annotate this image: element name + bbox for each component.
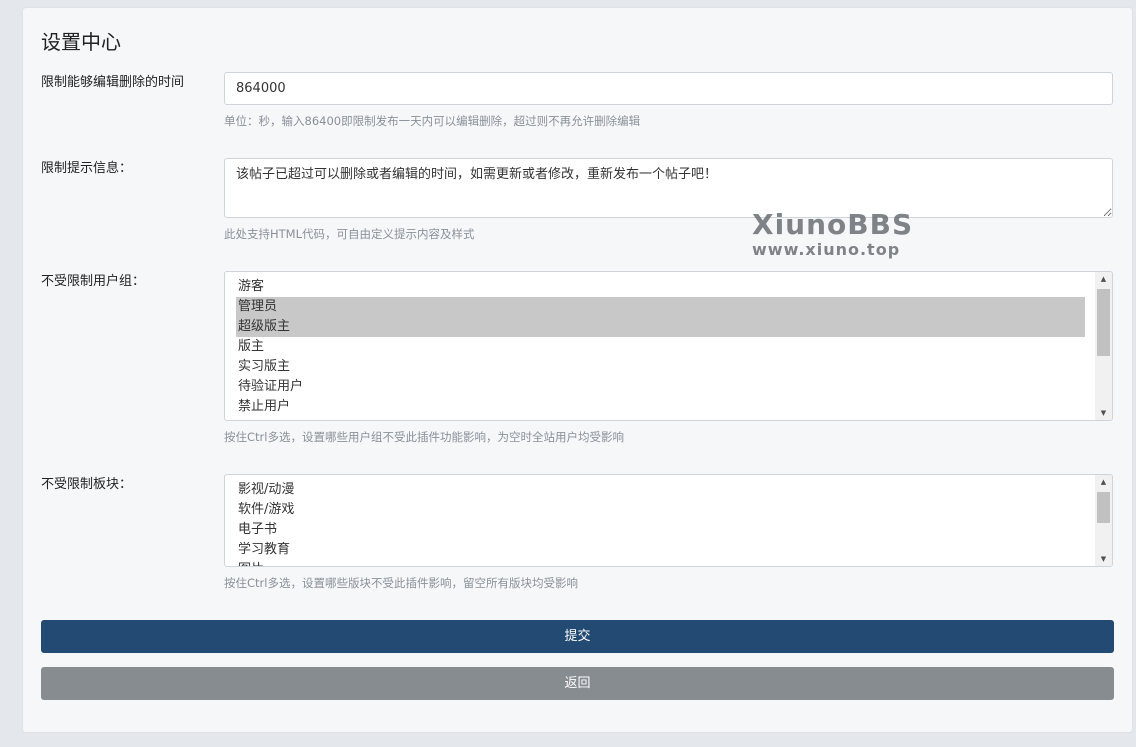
forum-option[interactable]: 软件/游戏	[236, 500, 1085, 520]
page-title: 设置中心	[41, 30, 121, 54]
forums-label: 不受限制板块：	[41, 477, 133, 492]
user-group-option[interactable]: 超级版主	[236, 317, 1085, 337]
tip-message-textarea[interactable]: 该帖子已超过可以删除或者编辑的时间，如需更新或者修改，重新发布一个帖子吧！	[224, 158, 1113, 218]
back-button[interactable]: 返回	[41, 667, 1114, 700]
watermark-title: XiunoBBS	[752, 208, 914, 241]
scroll-down-arrow-icon[interactable]: ▼	[1095, 406, 1112, 420]
time-limit-label: 限制能够编辑删除的时间	[41, 75, 185, 90]
watermark-url: www.xiuno.top	[752, 240, 901, 259]
tip-message-help: 此处支持HTML代码，可自由定义提示内容及样式	[224, 227, 475, 241]
user-group-option[interactable]: 禁止用户	[236, 397, 1085, 417]
scroll-down-arrow-icon[interactable]: ▼	[1095, 552, 1112, 566]
forum-option[interactable]: 学习教育	[236, 540, 1085, 560]
forums-scrollbar[interactable]: ▲ ▼	[1095, 475, 1112, 566]
scroll-thumb[interactable]	[1097, 492, 1110, 523]
scroll-up-arrow-icon[interactable]: ▲	[1095, 475, 1112, 489]
user-group-option[interactable]: 实习版主	[236, 357, 1085, 377]
user-groups-scrollbar[interactable]: ▲ ▼	[1095, 272, 1112, 420]
user-group-option[interactable]: 游客	[236, 277, 1085, 297]
time-limit-help: 单位：秒，输入86400即限制发布一天内可以编辑删除，超过则不再允许删除编辑	[224, 114, 641, 128]
user-group-option[interactable]: 管理员	[236, 297, 1085, 317]
tip-message-label: 限制提示信息：	[41, 161, 133, 176]
forums-help: 按住Ctrl多选，设置哪些版块不受此插件影响，留空所有版块均受影响	[224, 576, 578, 590]
user-group-option[interactable]: 版主	[236, 337, 1085, 357]
forum-option[interactable]: 电子书	[236, 520, 1085, 540]
user-groups-help: 按住Ctrl多选，设置哪些用户组不受此插件功能影响，为空时全站用户均受影响	[224, 430, 624, 444]
settings-card: 设置中心 限制能够编辑删除的时间 单位：秒，输入86400即限制发布一天内可以编…	[23, 8, 1132, 732]
forums-select[interactable]: 影视/动漫 软件/游戏 电子书 学习教育 图片 ▲ ▼	[224, 474, 1113, 567]
user-group-option[interactable]: 待验证用户	[236, 377, 1085, 397]
user-groups-select[interactable]: 游客 管理员 超级版主 版主 实习版主 待验证用户 禁止用户 ▲ ▼	[224, 271, 1113, 421]
submit-button[interactable]: 提交	[41, 620, 1114, 653]
time-limit-input[interactable]	[224, 72, 1113, 105]
scroll-thumb[interactable]	[1097, 289, 1110, 356]
forum-option[interactable]: 图片	[236, 560, 1085, 566]
scroll-up-arrow-icon[interactable]: ▲	[1095, 272, 1112, 286]
watermark: XiunoBBS www.xiuno.top	[752, 210, 913, 260]
user-groups-label: 不受限制用户组：	[41, 274, 146, 289]
forum-option[interactable]: 影视/动漫	[236, 480, 1085, 500]
